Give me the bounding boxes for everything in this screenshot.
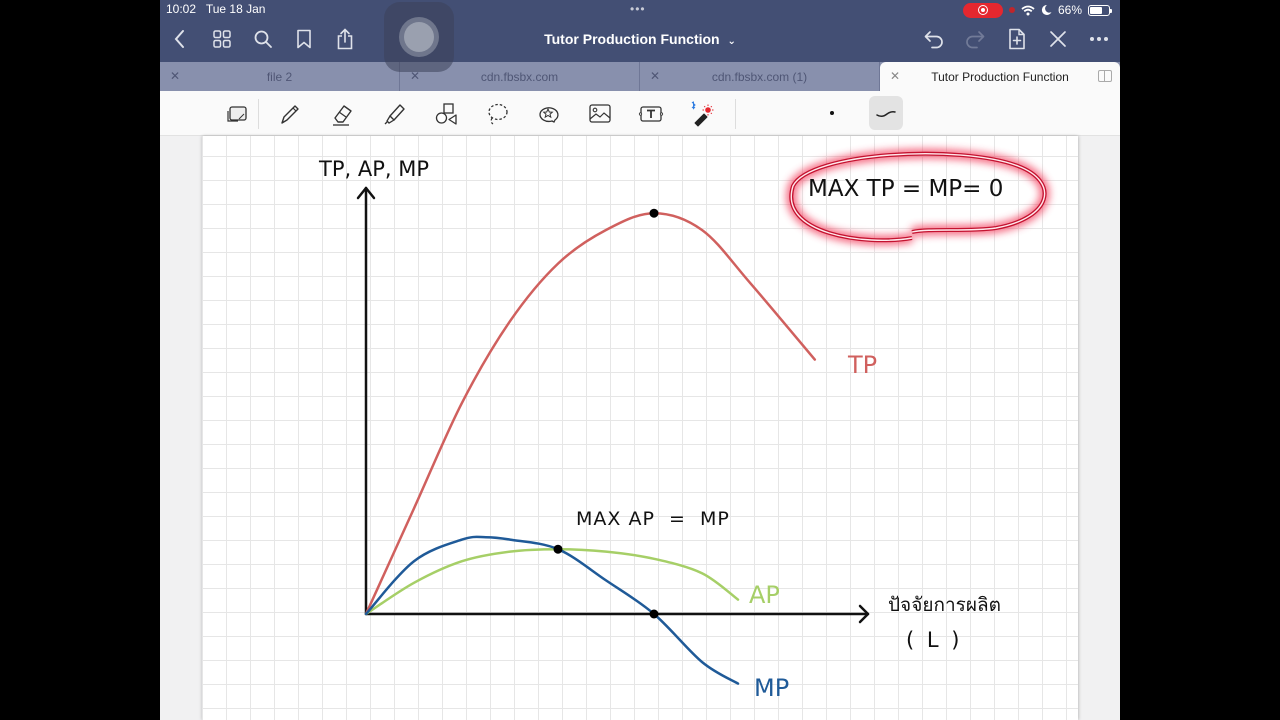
more-icon xyxy=(1090,37,1108,41)
pen-tool-button[interactable] xyxy=(275,99,305,129)
laser-pointer-icon xyxy=(691,101,714,127)
tab-bar: ✕ file 2 ✕ cdn.fbsbx.com ✕ cdn.fbsbx.com (1… xyxy=(160,62,1120,91)
mp-label: MP xyxy=(754,674,789,702)
status-indicators: 66% xyxy=(962,1,1112,19)
redo-icon xyxy=(966,31,985,49)
canvas-area[interactable]: TP, AP, MP MAX AP = MP MAX TP = MP= 0 ปั… xyxy=(160,136,1120,720)
sticker-icon xyxy=(539,107,559,123)
split-view-icon[interactable] xyxy=(1098,70,1112,82)
max-tp-annotation: MAX TP = MP= 0 xyxy=(808,176,1003,202)
x-axis-label-L: ( L ) xyxy=(906,628,962,652)
top-bar: 10:02 Tue 18 Jan ••• 66% Tutor Productio… xyxy=(160,0,1120,62)
drawing-toolbar xyxy=(160,91,1120,136)
highlighter-tool-button[interactable] xyxy=(379,99,409,129)
max-ap-mp-point xyxy=(553,544,563,554)
max-ap-annotation: MAX AP = MP xyxy=(576,508,730,530)
lasso-icon xyxy=(488,103,508,125)
shapes-icon xyxy=(435,103,457,125)
tab-close-icon[interactable]: ✕ xyxy=(890,69,900,83)
text-icon xyxy=(638,106,664,122)
share-icon xyxy=(337,28,353,50)
redo-button[interactable] xyxy=(962,26,988,52)
add-page-icon xyxy=(1009,28,1025,50)
max-tp-point xyxy=(649,208,659,218)
tab-label: cdn.fbsbx.com xyxy=(480,69,559,84)
bookmark-button[interactable] xyxy=(291,26,317,52)
tab-cdn-fbsbx-1[interactable]: ✕ cdn.fbsbx.com (1) xyxy=(640,62,880,91)
more-button[interactable] xyxy=(1086,26,1112,52)
stroke-size-dot[interactable] xyxy=(830,111,834,115)
tp-label: TP xyxy=(847,351,877,379)
ipad-screen: 10:02 Tue 18 Jan ••• 66% Tutor Productio… xyxy=(160,0,1120,720)
curve-stroke-icon xyxy=(876,111,896,118)
share-button[interactable] xyxy=(332,26,358,52)
bookmark-icon xyxy=(297,29,311,49)
highlighter-icon xyxy=(384,104,405,125)
battery-percent: 66% xyxy=(1057,3,1082,17)
image-tool-button[interactable] xyxy=(585,99,615,129)
add-page-button[interactable] xyxy=(1004,26,1030,52)
tab-close-icon[interactable]: ✕ xyxy=(170,69,180,83)
handwritten-chart: TP, AP, MP MAX AP = MP MAX TP = MP= 0 ปั… xyxy=(318,148,1050,702)
status-time-date: 10:02 Tue 18 Jan xyxy=(166,2,266,16)
battery-level xyxy=(1090,6,1102,14)
toolbar-divider xyxy=(258,99,259,129)
sticker-tool-button[interactable] xyxy=(533,99,563,129)
tab-label: Tutor Production Function xyxy=(931,69,1069,84)
tab-file-2[interactable]: ✕ file 2 xyxy=(160,62,400,91)
document-title[interactable]: Tutor Production Function xyxy=(544,31,720,47)
tab-label: file 2 xyxy=(266,69,293,84)
screen-recording-indicator[interactable] xyxy=(962,2,1003,18)
close-x-icon xyxy=(1050,31,1066,47)
assistive-touch-button[interactable] xyxy=(384,2,454,72)
pen-icon xyxy=(281,105,299,124)
tp-curve xyxy=(364,211,817,616)
thumbnails-button[interactable] xyxy=(209,26,235,52)
eraser-tool-button[interactable] xyxy=(327,99,357,129)
ap-curve xyxy=(364,547,740,616)
lasso-tool-button[interactable] xyxy=(482,99,512,129)
search-icon xyxy=(254,30,272,48)
toolbar-divider xyxy=(735,99,736,129)
tab-close-icon[interactable]: ✕ xyxy=(650,69,660,83)
image-icon xyxy=(589,104,611,123)
record-icon xyxy=(977,5,988,15)
wifi-icon xyxy=(1021,5,1035,15)
moon-icon xyxy=(1041,4,1052,15)
shapes-tool-button[interactable] xyxy=(431,99,461,129)
laser-pointer-tool-button[interactable] xyxy=(687,99,717,129)
search-button[interactable] xyxy=(250,26,276,52)
page-tool-button[interactable] xyxy=(222,99,252,129)
ap-label: AP xyxy=(749,581,780,609)
back-chevron-icon xyxy=(174,30,184,48)
stroke-style-button[interactable] xyxy=(869,96,903,130)
chevron-down-icon[interactable]: ⌄ xyxy=(728,36,736,47)
undo-button[interactable] xyxy=(921,26,947,52)
mp-curve xyxy=(364,535,740,685)
text-tool-button[interactable] xyxy=(636,99,666,129)
mp-0-point xyxy=(649,609,659,619)
mic-dot-icon xyxy=(1008,7,1015,13)
grid-icon xyxy=(213,30,231,48)
y-axis-label: TP, AP, MP xyxy=(318,157,429,181)
undo-icon xyxy=(924,31,943,49)
eraser-icon xyxy=(333,105,352,126)
tab-label: cdn.fbsbx.com (1) xyxy=(711,69,808,84)
multitasking-dots-icon[interactable]: ••• xyxy=(630,2,646,16)
tab-tutor-production-function[interactable]: ✕ Tutor Production Function xyxy=(880,62,1120,91)
x-axis-label-thai: ปัจจัยการผลิต xyxy=(888,594,1001,616)
back-button[interactable] xyxy=(167,26,193,52)
battery-icon xyxy=(1088,4,1112,16)
close-markup-button[interactable] xyxy=(1045,26,1071,52)
page-tool-icon xyxy=(227,106,247,122)
